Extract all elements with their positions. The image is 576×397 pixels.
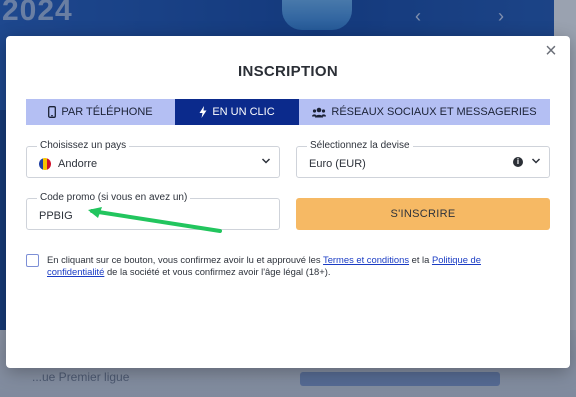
tab-phone-label: PAR TÉLÉPHONE [61, 106, 153, 118]
registration-tabs: PAR TÉLÉPHONE EN UN CLIC RÉSEAUX SOCIAUX… [26, 99, 550, 125]
info-icon[interactable]: i [513, 157, 523, 167]
modal-title: INSCRIPTION [238, 63, 338, 80]
users-icon [312, 107, 327, 118]
terms-text: En cliquant sur ce bouton, vous confirme… [47, 254, 481, 277]
currency-select-label: Sélectionnez la devise [307, 140, 413, 151]
green-arrow-annotation [88, 207, 222, 233]
tab-phone[interactable]: PAR TÉLÉPHONE [26, 99, 175, 125]
country-select[interactable]: Choisissez un pays Andorre [26, 140, 280, 178]
currency-select-value: Euro (EUR) [309, 158, 366, 170]
chevron-down-icon [261, 158, 271, 164]
register-button[interactable]: S'INSCRIRE [296, 198, 550, 230]
registration-modal: × INSCRIPTION PAR TÉLÉPHONE EN UN CLIC R… [6, 36, 570, 368]
currency-select[interactable]: Sélectionnez la devise Euro (EUR) i [296, 140, 550, 178]
close-icon[interactable]: × [542, 41, 560, 61]
andorra-flag-icon [39, 158, 51, 170]
tab-one-click-label: EN UN CLIC [212, 106, 275, 118]
phone-icon [48, 106, 57, 118]
terms-checkbox[interactable] [26, 254, 39, 267]
promo-code-label: Code promo (si vous en avez un) [37, 192, 191, 203]
tab-social-label: RÉSEAUX SOCIAUX ET MESSAGERIES [331, 106, 537, 118]
promo-code-value: PPBIG [39, 210, 73, 222]
tab-social[interactable]: RÉSEAUX SOCIAUX ET MESSAGERIES [299, 99, 550, 125]
lightning-icon [199, 106, 207, 118]
terms-link[interactable]: Termes et conditions [323, 254, 409, 265]
tab-one-click[interactable]: EN UN CLIC [175, 99, 299, 125]
country-select-value: Andorre [58, 158, 98, 170]
chevron-down-icon [531, 158, 541, 164]
country-select-label: Choisissez un pays [37, 140, 130, 151]
